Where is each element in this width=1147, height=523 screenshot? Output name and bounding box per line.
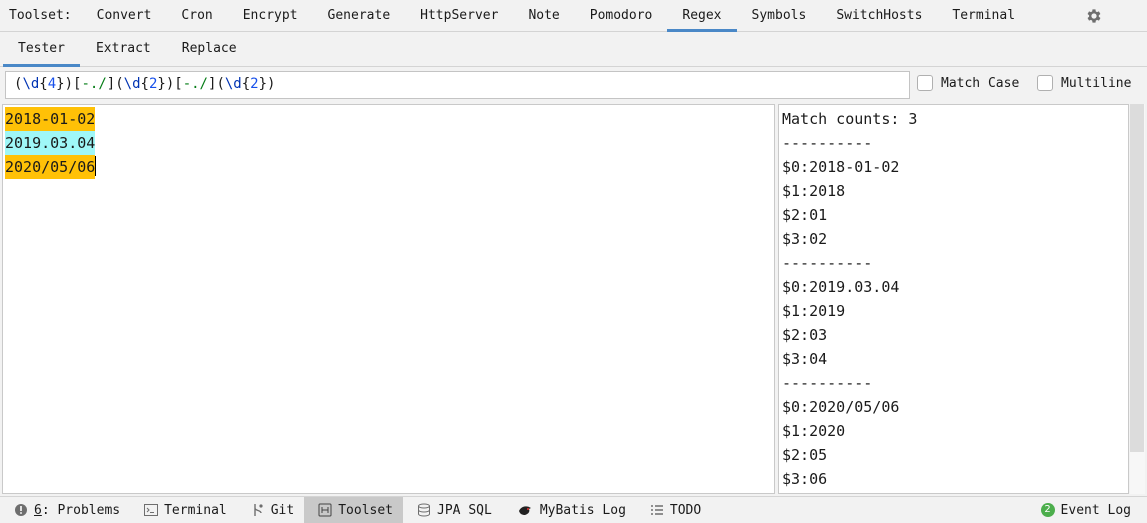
regex-token: { <box>140 76 149 92</box>
test-text-line: 2018-01-02 <box>3 107 774 131</box>
result-line: $1:2020 <box>782 422 846 440</box>
database-icon <box>418 503 431 517</box>
regex-token: } <box>258 76 268 92</box>
todo-button[interactable]: TODO <box>636 497 711 523</box>
match-count-text: Match counts: 3 <box>782 110 918 128</box>
mybatis-log-button[interactable]: MyBatis Log <box>502 497 636 523</box>
test-text-editor[interactable]: 2018-01-02 2019.03.04 2020/05/06 <box>2 104 775 494</box>
tab-note[interactable]: Note <box>513 0 574 31</box>
toolset-icon <box>318 503 332 517</box>
result-line: $3:06 <box>782 470 828 488</box>
regex-pattern-input[interactable]: (\d{4})[-./](\d{2})[-./](\d{2}) <box>5 71 910 99</box>
tab-encrypt[interactable]: Encrypt <box>228 0 313 31</box>
regex-token: ) <box>165 76 175 92</box>
regex-token: \d <box>123 76 141 92</box>
text-caret <box>95 156 97 176</box>
tab-cron[interactable]: Cron <box>166 0 227 31</box>
toolset-button[interactable]: Toolset <box>304 497 404 523</box>
match-highlight: 2020/05/06 <box>5 155 96 179</box>
git-label: Git <box>270 502 295 518</box>
regex-token: } <box>157 76 166 92</box>
regex-token: ( <box>115 76 124 92</box>
result-line: $0:2020/05/06 <box>782 398 900 416</box>
result-line: ---------- <box>782 134 873 152</box>
toolset-toolbar: Toolset: Convert Cron Encrypt Generate H… <box>0 0 1147 32</box>
regex-token: { <box>39 76 48 92</box>
tab-convert[interactable]: Convert <box>82 0 167 31</box>
tab-terminal[interactable]: Terminal <box>937 0 1030 31</box>
regex-token: 4 <box>47 76 57 92</box>
jpa-sql-label: JPA SQL <box>437 502 492 518</box>
regex-token: ) <box>64 76 74 92</box>
regex-subtabs: Tester Extract Replace <box>0 32 1147 67</box>
match-results-panel: Match counts: 3 ---------- $0:2018-01-02 $1… <box>778 104 1129 494</box>
match-case-checkbox[interactable] <box>917 75 933 91</box>
result-line: ---------- <box>782 254 873 272</box>
result-line: ---------- <box>782 374 873 392</box>
regex-token: [ <box>174 76 183 92</box>
tab-switchhosts[interactable]: SwitchHosts <box>821 0 937 31</box>
git-button[interactable]: Git <box>237 497 304 523</box>
gear-icon[interactable] <box>1085 7 1103 25</box>
regex-token: 2 <box>250 76 259 92</box>
regex-token: \d <box>224 76 242 92</box>
tab-replace[interactable]: Replace <box>166 32 252 66</box>
multiline-label: Multiline <box>1061 75 1132 91</box>
result-line: $2:05 <box>782 446 828 464</box>
toolset-label: Toolset <box>338 502 394 518</box>
terminal-label: Terminal <box>164 502 227 518</box>
event-log-button[interactable]: 2 Event Log <box>1027 497 1147 523</box>
result-line: $2:03 <box>782 326 828 344</box>
scrollbar-thumb[interactable] <box>1130 104 1144 452</box>
problems-icon <box>15 504 27 516</box>
regex-token: ( <box>216 76 225 92</box>
regex-token: \d <box>22 76 40 92</box>
terminal-icon <box>144 504 159 516</box>
tab-httpserver[interactable]: HttpServer <box>405 0 513 31</box>
regex-token: ) <box>267 76 276 92</box>
regex-token: } <box>56 76 65 92</box>
result-line: $3:04 <box>782 350 828 368</box>
git-icon <box>254 504 263 516</box>
match-case-label: Match Case <box>941 75 1020 91</box>
tab-generate[interactable]: Generate <box>313 0 406 31</box>
result-line: $0:2019.03.04 <box>782 278 900 296</box>
result-line: $1:2019 <box>782 302 846 320</box>
result-line: $1:2018 <box>782 182 846 200</box>
event-log-label: Event Log <box>1060 502 1131 518</box>
problems-button[interactable]: 6: Problems <box>0 497 130 523</box>
tab-pomodoro[interactable]: Pomodoro <box>575 0 668 31</box>
result-line: $2:01 <box>782 206 828 224</box>
results-scrollbar[interactable] <box>1130 104 1145 494</box>
jpa-sql-button[interactable]: JPA SQL <box>403 497 502 523</box>
tab-symbols[interactable]: Symbols <box>737 0 822 31</box>
list-icon <box>650 505 663 515</box>
result-line: $0:2018-01-02 <box>782 158 900 176</box>
problems-label: : Problems <box>41 502 121 518</box>
mybatis-bird-icon <box>518 506 531 515</box>
multiline-option[interactable]: Multiline <box>1037 75 1131 91</box>
match-case-option[interactable]: Match Case <box>917 75 1019 91</box>
tab-regex[interactable]: Regex <box>667 0 737 32</box>
multiline-checkbox[interactable] <box>1037 75 1053 91</box>
regex-token: -./ <box>81 76 107 92</box>
tool-window-bar: 6: Problems Terminal Git Toolset JPA SQL… <box>0 496 1147 523</box>
regex-token: { <box>241 76 251 92</box>
test-text-line: 2019.03.04 <box>3 131 774 155</box>
event-count-badge: 2 <box>1040 503 1055 517</box>
todo-label: TODO <box>669 502 702 518</box>
regex-token: -./ <box>182 76 208 92</box>
result-line: $3:02 <box>782 230 828 248</box>
tab-tester[interactable]: Tester <box>0 32 80 67</box>
regex-token: ] <box>106 76 116 92</box>
tab-extract[interactable]: Extract <box>80 32 166 66</box>
toolbar-title: Toolset: <box>9 8 72 23</box>
match-highlight: 2019.03.04 <box>5 131 96 155</box>
test-text-line: 2020/05/06 <box>3 155 774 179</box>
mybatis-log-label: MyBatis Log <box>539 502 626 518</box>
terminal-button[interactable]: Terminal <box>130 497 237 523</box>
problems-count: 6 <box>34 502 42 518</box>
match-highlight: 2018-01-02 <box>5 107 96 131</box>
